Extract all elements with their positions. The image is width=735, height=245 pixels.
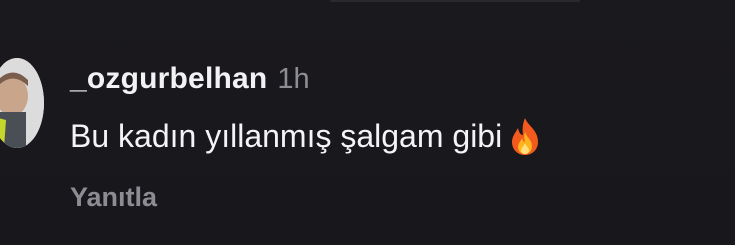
avatar[interactable] xyxy=(0,58,44,148)
comment-body: Bu kadın yıllanmış şalgam gibi xyxy=(70,116,725,156)
timestamp: 1h xyxy=(277,63,310,95)
top-divider xyxy=(330,0,580,2)
comment-screen: _ozgurbelhan 1h Bu kadın yıllanmış şalga… xyxy=(0,0,735,245)
username[interactable]: _ozgurbelhan xyxy=(70,62,267,96)
fire-icon xyxy=(508,116,542,156)
comment: _ozgurbelhan 1h Bu kadın yıllanmış şalga… xyxy=(70,62,725,213)
reply-button[interactable]: Yanıtla xyxy=(70,182,157,213)
avatar-photo xyxy=(0,58,44,148)
comment-text: Bu kadın yıllanmış şalgam gibi xyxy=(70,117,503,154)
comment-header: _ozgurbelhan 1h xyxy=(70,62,725,100)
